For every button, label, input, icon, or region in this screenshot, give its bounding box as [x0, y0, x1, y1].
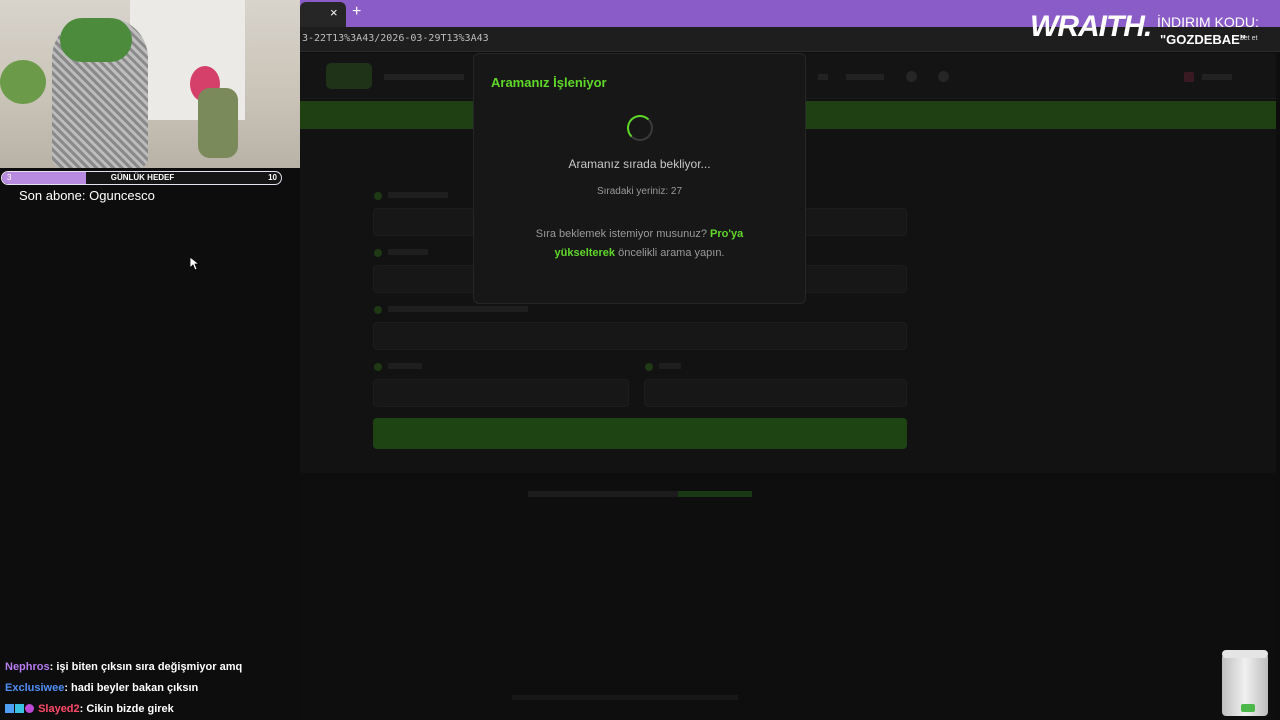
sponsor-logo: WRAITH.: [1030, 10, 1152, 43]
field-icon: [374, 363, 382, 371]
field-label: [388, 306, 528, 312]
chat-text: : Cikin bizde girek: [79, 703, 174, 715]
chat-message: Exclusiwee: hadi beyler bakan çıksın: [5, 682, 198, 694]
modal-waiting-text: Aramanız sırada bekliyor...: [568, 157, 711, 171]
footer-text: [528, 491, 678, 497]
sponsor-discount-code: "GOZDEBAE": [1160, 32, 1246, 47]
loading-spinner-icon: [627, 115, 653, 141]
latest-subscriber: Son abone: Oguncesco: [19, 188, 155, 203]
search-processing-modal: Aramanız İşleniyor Aramanız sırada bekli…: [473, 53, 806, 304]
chat-text: : hadi beyler bakan çıksın: [64, 682, 199, 694]
discord-icon: [906, 71, 917, 82]
chat-badge-icon: [5, 704, 14, 713]
daily-goal-label: GÜNLÜK HEDEF: [110, 173, 175, 182]
drink-cup-lid: [1222, 650, 1268, 658]
webcam-feed: [0, 0, 300, 168]
field-icon: [374, 249, 382, 257]
chat-message: Nephros: işi biten çıksın sıra değişmiyo…: [5, 661, 242, 673]
close-tab-icon[interactable]: ×: [330, 5, 338, 21]
daily-goal-bar: 3 GÜNLÜK HEDEF 10: [1, 171, 282, 185]
upsell-text-after: öncelikli arama yapın.: [615, 247, 725, 259]
github-icon: [938, 71, 949, 82]
address-bar-url: 3-22T13%3A43/2026-03-29T13%3A43: [302, 33, 489, 44]
chat-badge-icon: [25, 704, 34, 713]
drink-cup-logo: [1241, 704, 1255, 712]
field-icon: [374, 306, 382, 314]
date-to-field: [644, 379, 907, 407]
chat-username: Nephros: [5, 661, 50, 673]
field-icon: [374, 192, 382, 200]
field-label: [659, 363, 681, 369]
date-from-field: [373, 379, 629, 407]
upsell-text-before: Sıra beklemek istemiyor musunuz?: [535, 228, 711, 240]
field-icon: [645, 363, 653, 371]
webcam-plant: [198, 88, 238, 158]
modal-title: Aramanız İşleniyor: [491, 75, 607, 90]
webcam-plush: [0, 60, 46, 104]
sponsor-discount-label: İNDIRIM KODU:: [1157, 14, 1259, 30]
chat-message: Slayed2: Cikin bizde girek: [5, 703, 174, 715]
field-label: [388, 363, 422, 369]
chat-badge-icon: [15, 704, 24, 713]
footer-link: [678, 491, 752, 497]
queue-position-text: Sıradaki yeriniz: 27: [596, 186, 683, 197]
language-flag-icon: [1184, 72, 1194, 82]
field-label: [388, 249, 428, 255]
chat-username: Slayed2: [38, 703, 80, 715]
field-label: [388, 192, 448, 198]
webcam-turtle-mask: [60, 18, 132, 62]
nav-item: [818, 74, 828, 80]
daily-goal-target: 10: [268, 173, 277, 182]
nav-item: [384, 74, 464, 80]
nav-item: [846, 74, 884, 80]
site-footer: [300, 473, 1276, 720]
nav-active-item: [326, 63, 372, 89]
copyright-text: [512, 695, 738, 700]
nav-item: [1202, 74, 1232, 80]
chat-username: Exclusiwee: [5, 682, 65, 694]
new-tab-icon[interactable]: +: [352, 3, 361, 21]
search-button: [373, 418, 907, 449]
chat-text: : işi biten çıksın sıra değişmiyor amq: [49, 661, 243, 673]
upsell-text: Sıra beklemek istemiyor musunuz? Pro'ya …: [504, 225, 775, 263]
mouse-cursor-icon: [190, 257, 200, 271]
browser-tab[interactable]: [300, 2, 346, 27]
browser-extension-text: bet et: [1240, 35, 1258, 42]
search-field: [373, 322, 907, 350]
